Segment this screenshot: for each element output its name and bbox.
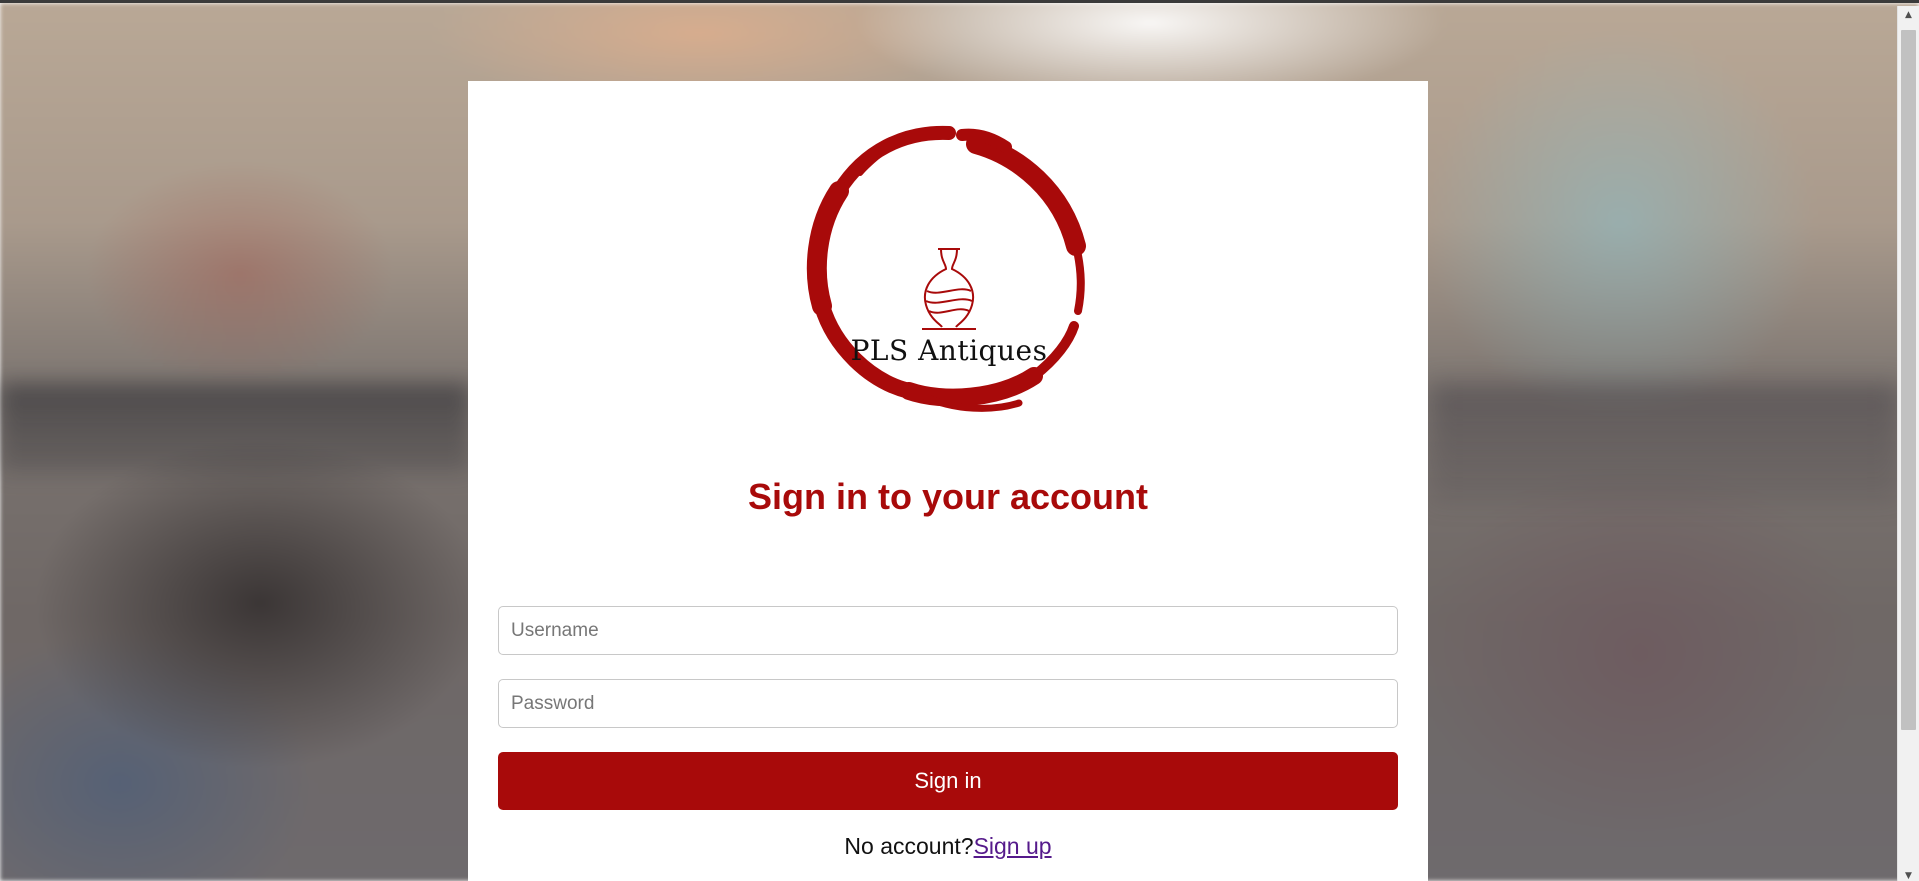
vase-icon <box>922 248 976 330</box>
no-account-text: No account? <box>844 833 974 859</box>
password-input[interactable] <box>498 679 1398 728</box>
vertical-scrollbar[interactable]: ▲ ▼ <box>1897 6 1919 881</box>
background-shape <box>0 383 470 473</box>
scroll-down-arrow-icon[interactable]: ▼ <box>1898 867 1919 881</box>
sign-up-link[interactable]: Sign up <box>974 833 1052 859</box>
signup-prompt: No account?Sign up <box>468 833 1428 860</box>
scrollbar-thumb[interactable] <box>1901 30 1916 730</box>
username-input[interactable] <box>498 606 1398 655</box>
logo-ring-graphic <box>806 125 1086 412</box>
page-title: Sign in to your account <box>747 476 1148 517</box>
brand-logo: PLS Antiques <box>794 121 1104 436</box>
scroll-up-arrow-icon[interactable]: ▲ <box>1898 6 1919 23</box>
login-card: PLS Antiques Sign in to your account Sig… <box>468 81 1428 881</box>
brand-logo-text: PLS Antiques <box>850 334 1048 367</box>
browser-viewport: PLS Antiques Sign in to your account Sig… <box>0 0 1919 881</box>
background-shape <box>1430 383 1900 503</box>
sign-in-button[interactable]: Sign in <box>498 752 1398 810</box>
